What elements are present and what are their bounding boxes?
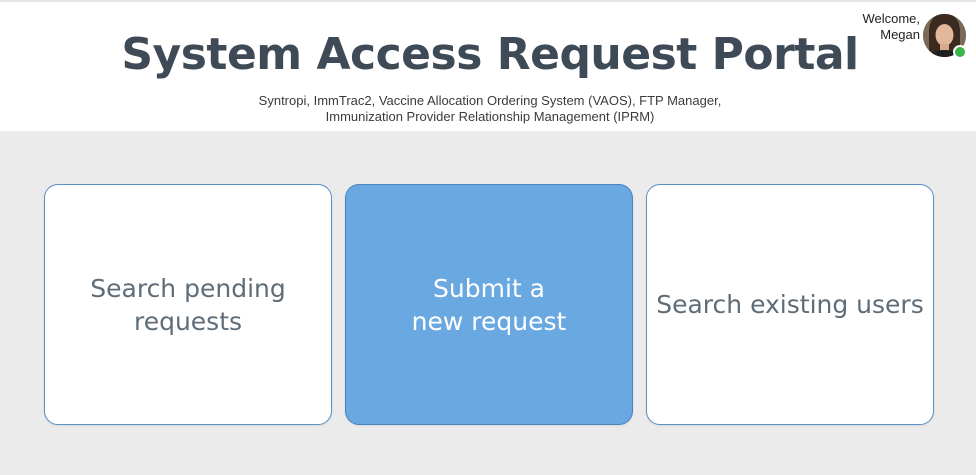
search-existing-users-card[interactable]: Search existing users [646, 184, 934, 425]
welcome-text: Welcome, Megan [830, 11, 920, 43]
subtitle-line-1: Syntropi, ImmTrac2, Vaccine Allocation O… [258, 93, 722, 108]
submit-new-request-card[interactable]: Submit a new request [345, 184, 633, 425]
search-pending-requests-card[interactable]: Search pending requests [44, 184, 332, 425]
page-header: System Access Request Portal Syntropi, I… [0, 0, 976, 131]
subtitle-line-2: Immunization Provider Relationship Manag… [325, 109, 655, 124]
card-label: Submit a new request [411, 273, 567, 336]
welcome-username: Megan [880, 27, 920, 42]
system-list-subtitle: Syntropi, ImmTrac2, Vaccine Allocation O… [230, 93, 750, 125]
card-label: Search pending requests [90, 273, 286, 336]
online-status-icon [953, 45, 967, 59]
welcome-greeting: Welcome, [862, 11, 920, 26]
card-label: Search existing users [656, 290, 924, 319]
